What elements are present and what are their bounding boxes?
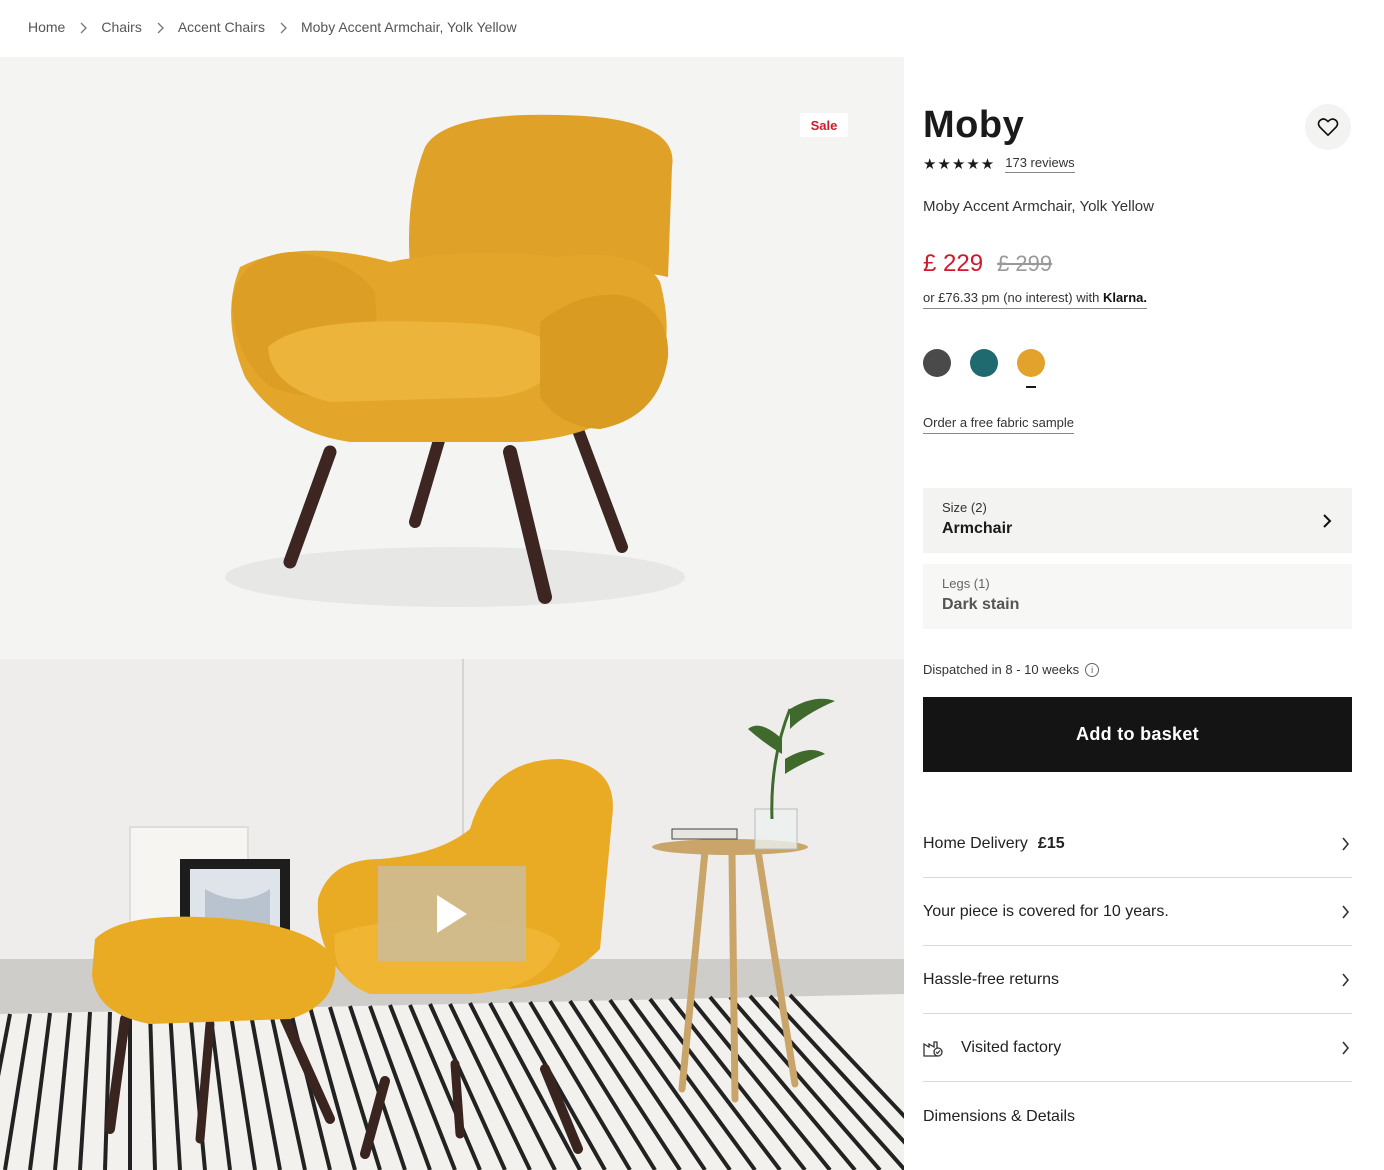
play-icon bbox=[437, 894, 467, 933]
legs-label: Legs (1) bbox=[942, 576, 990, 591]
armchair-illustration bbox=[225, 114, 685, 607]
dimensions-text: Dimensions & Details bbox=[923, 1108, 1076, 1125]
wishlist-button[interactable] bbox=[1305, 104, 1351, 150]
dimensions-row[interactable]: Dimensions & Details bbox=[923, 1083, 1352, 1151]
size-selector[interactable]: Size (2) Armchair bbox=[923, 488, 1352, 553]
size-value: Armchair bbox=[942, 520, 1013, 537]
chevron-right-icon bbox=[265, 19, 301, 35]
factory-text: Visited factory bbox=[961, 1038, 1062, 1056]
swatch-teal[interactable] bbox=[970, 349, 998, 377]
product-subtitle: Moby Accent Armchair, Yolk Yellow bbox=[923, 198, 1154, 215]
chevron-right-icon bbox=[65, 19, 101, 35]
dispatch-text: Dispatched in 8 - 10 weeks bbox=[923, 662, 1080, 677]
sale-price: £ 229 bbox=[923, 250, 984, 277]
colour-swatches bbox=[923, 349, 1064, 388]
warranty-row[interactable]: Your piece is covered for 10 years. bbox=[923, 878, 1352, 946]
fabric-sample-link[interactable]: Order a free fabric sample bbox=[923, 415, 1075, 434]
breadcrumb-chairs[interactable]: Chairs bbox=[101, 19, 141, 35]
breadcrumb-current: Moby Accent Armchair, Yolk Yellow bbox=[300, 19, 517, 35]
factory-icon bbox=[923, 1040, 943, 1057]
price-row: £ 229 £ 299 bbox=[923, 250, 1052, 278]
chevron-right-icon bbox=[1342, 905, 1350, 919]
swatch-grey[interactable] bbox=[923, 349, 951, 377]
breadcrumb: Home Chairs Accent Chairs Moby Accent Ar… bbox=[28, 16, 517, 38]
sale-badge: Sale bbox=[800, 113, 848, 137]
rating-row: ★★★★★ 173 reviews bbox=[923, 155, 1075, 173]
heart-icon bbox=[1317, 118, 1339, 136]
delivery-label: Home Delivery bbox=[923, 834, 1028, 852]
warranty-text: Your piece is covered for 10 years. bbox=[923, 902, 1169, 920]
add-to-basket-button[interactable]: Add to basket bbox=[923, 697, 1352, 772]
swatch-yellow[interactable] bbox=[1017, 349, 1045, 388]
reviews-link[interactable]: 173 reviews bbox=[1005, 155, 1075, 173]
home-delivery-row[interactable]: Home Delivery £15 bbox=[923, 810, 1352, 878]
klarna-logo: Klarna. bbox=[1102, 290, 1148, 305]
klarna-link[interactable]: or £76.33 pm (no interest) with Klarna. bbox=[923, 290, 1148, 309]
chevron-right-icon bbox=[1342, 837, 1350, 851]
klarna-text: or £76.33 pm (no interest) with bbox=[923, 290, 1100, 305]
returns-text: Hassle-free returns bbox=[923, 970, 1060, 988]
product-title: Moby bbox=[923, 104, 1025, 146]
visited-factory-row[interactable]: Visited factory bbox=[923, 1014, 1352, 1082]
delivery-price: £15 bbox=[1037, 834, 1065, 852]
original-price: £ 299 bbox=[997, 251, 1053, 276]
play-video-button[interactable] bbox=[378, 866, 526, 961]
product-image-main[interactable]: Sale bbox=[0, 57, 904, 659]
breadcrumb-accent-chairs[interactable]: Accent Chairs bbox=[178, 19, 265, 35]
chevron-right-icon bbox=[1342, 1041, 1350, 1055]
chevron-right-icon bbox=[1323, 514, 1332, 528]
star-rating: ★★★★★ bbox=[923, 156, 996, 173]
chevron-right-icon bbox=[142, 19, 178, 35]
product-image-video[interactable] bbox=[0, 659, 904, 1170]
legs-selector: Legs (1) Dark stain bbox=[923, 564, 1352, 629]
legs-value: Dark stain bbox=[942, 596, 1020, 613]
chevron-right-icon bbox=[1342, 973, 1350, 987]
info-icon[interactable]: i bbox=[1085, 662, 1100, 677]
returns-row[interactable]: Hassle-free returns bbox=[923, 946, 1352, 1014]
product-gallery: Sale bbox=[0, 57, 904, 1170]
size-label: Size (2) bbox=[942, 500, 987, 515]
dispatch-info: Dispatched in 8 - 10 weeks i bbox=[923, 662, 1100, 677]
breadcrumb-home[interactable]: Home bbox=[28, 19, 65, 35]
